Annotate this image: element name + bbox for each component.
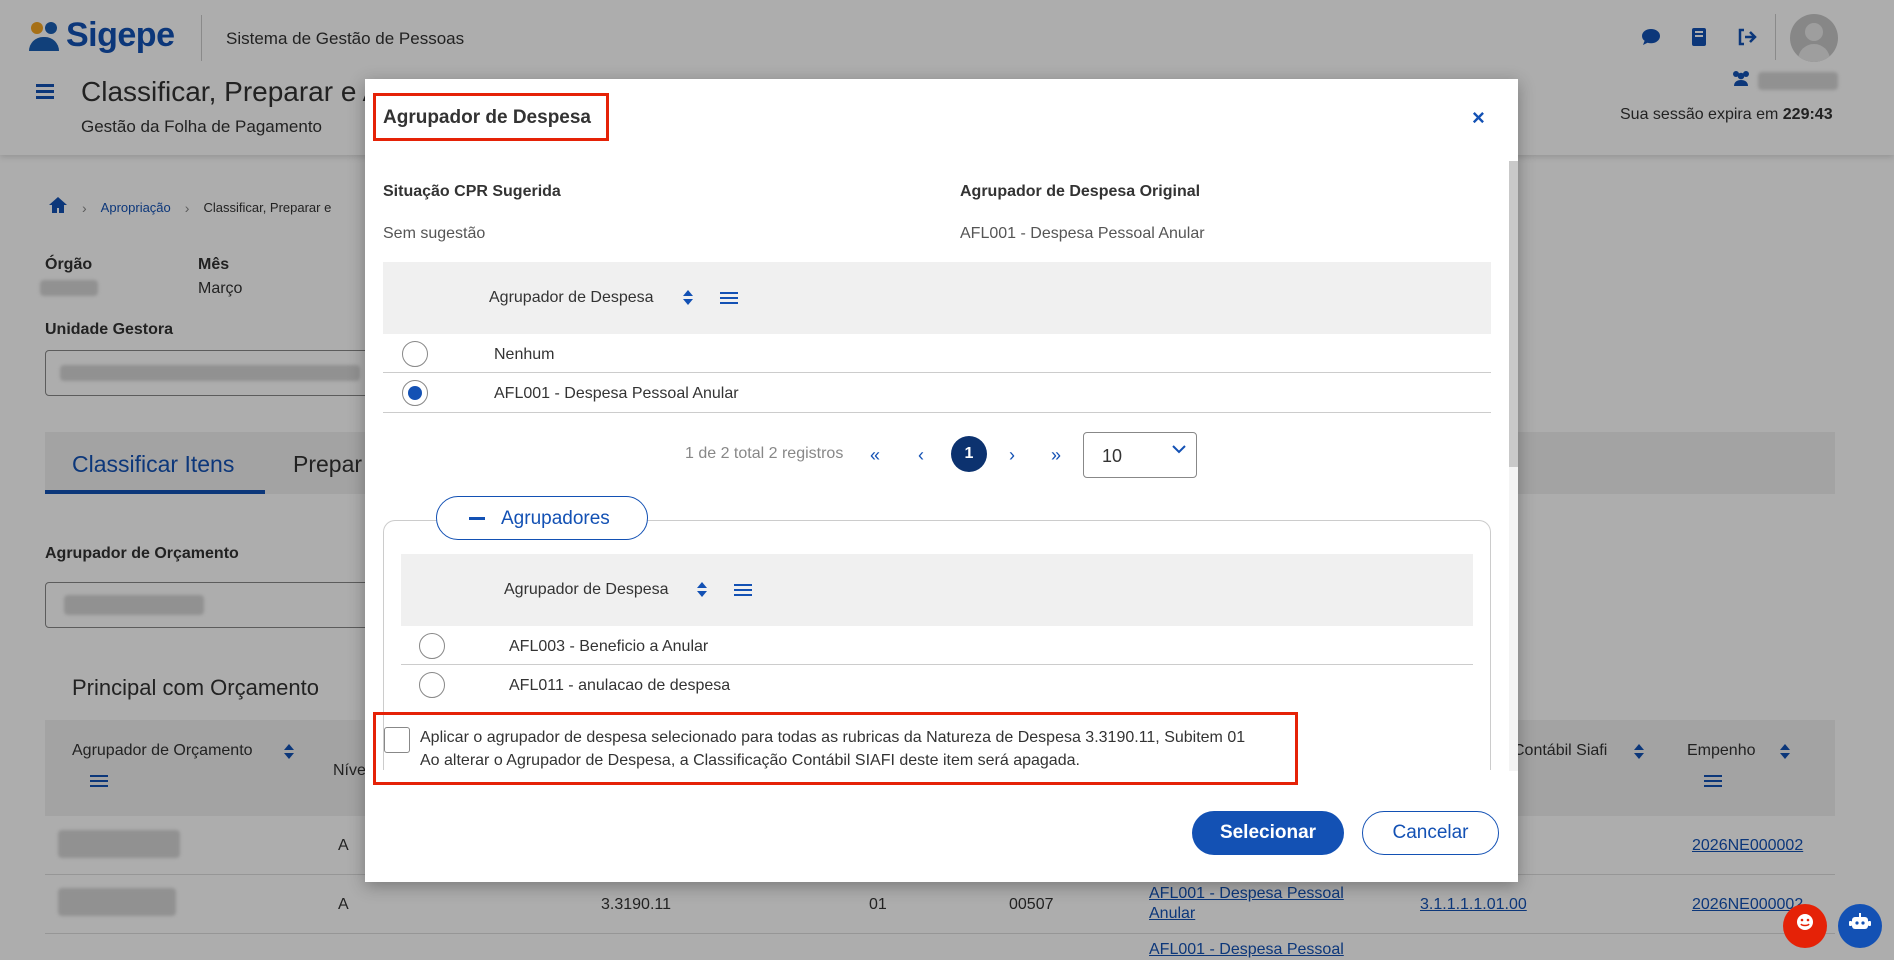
option-afl003: AFL003 - Beneficio a Anular [509,638,709,655]
situacao-label: Situação CPR Sugerida [383,183,561,200]
next-page-icon[interactable]: › [1009,445,1015,466]
first-page-icon[interactable]: « [870,445,880,466]
row-divider [383,372,1491,373]
radio-afl003[interactable] [419,633,445,659]
cancel-button[interactable]: Cancelar [1362,811,1499,855]
minus-icon [469,517,485,520]
radio-nenhum[interactable] [402,341,428,367]
chevron-down-icon [1172,441,1186,459]
feedback-button[interactable] [1783,904,1827,948]
modal-scrollbar-thumb[interactable] [1509,161,1518,467]
pager-summary: 1 de 2 total 2 registros [685,445,844,462]
page-size-select[interactable]: 10 [1083,432,1197,478]
page-size-value: 10 [1102,446,1123,466]
option-afl001: AFL001 - Despesa Pessoal Anular [494,385,739,402]
situacao-value: Sem sugestão [383,225,486,242]
agrupadores-label: Agrupadores [501,508,610,529]
select-button[interactable]: Selecionar [1192,811,1344,855]
original-value: AFL001 - Despesa Pessoal Anular [960,225,1205,242]
radio-afl001[interactable] [402,380,428,406]
last-page-icon[interactable]: » [1051,445,1061,466]
apply-all-warning: Ao alterar o Agrupador de Despesa, a Cla… [420,752,1080,769]
radio-afl011[interactable] [419,672,445,698]
agrupador-despesa-modal: Agrupador de Despesa × Situação CPR Suge… [365,79,1518,882]
prev-page-icon[interactable]: ‹ [918,445,924,466]
chatbot-button[interactable] [1838,904,1882,948]
sort-icon[interactable] [683,290,693,306]
original-label: Agrupador de Despesa Original [960,183,1201,200]
current-page[interactable]: 1 [951,436,987,472]
row-divider [383,412,1491,413]
modal-title: Agrupador de Despesa [383,107,591,128]
filter-icon[interactable] [720,291,738,305]
option-nenhum: Nenhum [494,346,555,363]
option-afl011: AFL011 - anulacao de despesa [509,677,731,694]
close-icon[interactable]: × [1472,105,1485,131]
apply-all-highlight-box [373,712,1298,785]
agrupadores-grid-header: Agrupador de Despesa [401,554,1473,626]
row-divider [401,664,1473,665]
agrupadores-toggle-button[interactable]: Agrupadores [436,496,648,540]
sort-icon[interactable] [697,582,707,598]
grid-header: Agrupador de Despesa [383,262,1491,334]
apply-all-checkbox[interactable] [384,727,410,753]
grid-header-label: Agrupador de Despesa [504,581,669,598]
grid-header-label: Agrupador de Despesa [489,289,654,306]
apply-all-text[interactable]: Aplicar o agrupador de despesa seleciona… [420,729,1245,747]
filter-icon[interactable] [734,583,752,597]
